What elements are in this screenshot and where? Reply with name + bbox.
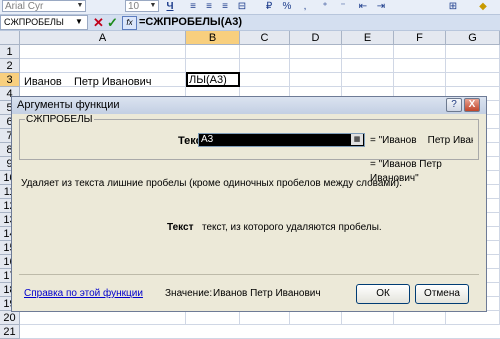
name-box-value: СЖПРОБЕЛЫ [4,17,64,27]
align-center-icon[interactable]: ≡ [202,0,216,13]
argument-value: A3 [201,134,214,145]
increase-indent-icon[interactable]: ⇥ [374,0,388,13]
column-header[interactable]: C [240,31,290,45]
ok-button-label: ОК [376,288,390,299]
value-label: Значение: [165,288,213,299]
row-header[interactable]: 3 [0,73,20,87]
align-right-icon[interactable]: ≡ [218,0,232,13]
argument-description-name: Текст [167,222,194,233]
help-icon[interactable]: ? [446,98,462,112]
increase-decimal-icon[interactable]: ⁺ [318,0,332,13]
font-size-value: 10 [128,1,140,12]
dialog-title: Аргументы функции [17,99,120,111]
cancel-entry-icon[interactable]: ✕ [93,15,104,30]
cell-b3-value: ЛЫ(A3) [189,74,227,86]
column-header[interactable]: B [186,31,240,45]
column-header[interactable]: A [20,31,186,45]
close-glyph: X [468,99,476,110]
argument-result: = "Иванов Петр Иван [370,135,473,146]
column-header[interactable]: D [290,31,342,45]
currency-icon[interactable]: ₽ [262,0,276,13]
divider [19,274,479,275]
row-header[interactable]: 2 [0,59,20,73]
active-cell-b3[interactable]: ЛЫ(A3) [186,72,240,87]
borders-icon[interactable]: ⊞ [446,0,460,13]
font-size-select[interactable]: 10 ▼ [125,0,159,12]
help-glyph: ? [451,99,457,110]
argument-description-text: текст, из которого удаляются пробелы. [202,222,382,233]
collapse-dialog-icon[interactable]: ▦ [351,134,363,145]
column-header[interactable]: G [446,31,500,45]
argument-text-input[interactable]: A3 [198,133,365,147]
column-header[interactable]: F [394,31,446,45]
decrease-indent-icon[interactable]: ⇤ [356,0,370,13]
help-link[interactable]: Справка по этой функции [24,287,143,301]
function-arguments-dialog: Аргументы функции ? X СЖПРОБЕЛЫ Текст A3… [11,96,487,312]
row-header[interactable]: 1 [0,45,20,59]
function-name-label: СЖПРОБЕЛЫ [25,114,94,126]
column-header[interactable]: E [342,31,394,45]
percent-icon[interactable]: % [280,0,294,13]
cell-a3[interactable]: Иванов Петр Иванович [24,75,152,89]
gridline [20,72,500,73]
formula-bar: СЖПРОБЕЛЫ ▼ ✕ ✓ fx =СЖПРОБЕЛЫ(A3) [0,14,500,31]
close-icon[interactable]: X [464,98,480,112]
fill-color-icon[interactable]: ◆ [476,0,490,13]
align-left-icon[interactable]: ≡ [186,0,200,13]
cancel-button-label: Отмена [424,288,460,299]
insert-function-icon[interactable]: fx [122,16,137,30]
row-header[interactable]: 20 [0,311,20,325]
enter-check-icon[interactable]: ✓ [107,15,118,30]
gridline [20,58,500,59]
row-header[interactable]: 21 [0,325,20,339]
cancel-button[interactable]: Отмена [415,284,469,304]
value-text: Иванов Петр Иванович [213,288,321,299]
decrease-decimal-icon[interactable]: ⁻ [336,0,350,13]
chevron-down-icon[interactable]: ▼ [75,17,83,26]
dialog-titlebar[interactable]: Аргументы функции ? X [12,97,486,114]
merge-icon[interactable]: ⊟ [234,0,250,13]
formatting-toolbar: Arial Cyr ▼ 10 ▼ Ч ≡ ≡ ≡ ⊟ ₽ % , ⁺ ⁻ ⇤ ⇥… [0,0,500,14]
underline-icon[interactable]: Ч [164,0,176,13]
chevron-down-icon: ▼ [76,2,84,9]
function-description: Удаляет из текста лишние пробелы (кроме … [21,178,402,189]
font-name-select[interactable]: Arial Cyr ▼ [2,0,86,12]
font-name-value: Arial Cyr [5,1,44,12]
chevron-down-icon: ▼ [149,2,157,9]
select-all-corner[interactable] [0,31,20,45]
formula-input[interactable]: =СЖПРОБЕЛЫ(A3) [139,15,242,30]
thousands-icon[interactable]: , [298,0,312,13]
ok-button[interactable]: ОК [356,284,410,304]
